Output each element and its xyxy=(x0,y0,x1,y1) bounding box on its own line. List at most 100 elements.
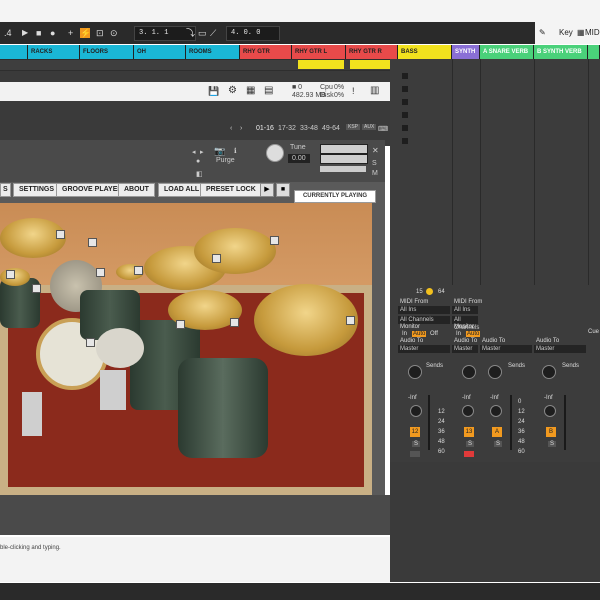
volume-readout[interactable]: -Inf xyxy=(462,395,471,401)
nav-button-truncated[interactable]: S xyxy=(0,183,11,197)
play-preview-icon[interactable]: ▶ xyxy=(260,183,274,197)
pencil-icon[interactable]: ✎ xyxy=(539,28,546,37)
drum-settings-icon[interactable] xyxy=(346,316,355,325)
play-icon[interactable]: ▶ xyxy=(22,27,28,39)
volume-readout[interactable]: -Inf xyxy=(490,395,499,401)
output-select[interactable]: Master xyxy=(480,345,532,353)
send-knob[interactable] xyxy=(462,365,476,379)
hihat-pedal[interactable] xyxy=(22,392,42,436)
track-header-b-synth-verb[interactable]: B SYNTH VERB xyxy=(534,45,588,59)
automation-arm-icon[interactable]: ⚡ xyxy=(80,28,91,38)
preset-lock-button[interactable]: PRESET LOCK xyxy=(200,183,262,197)
follow-icon[interactable]: ⤵ xyxy=(186,27,195,39)
arm-button[interactable] xyxy=(410,451,420,457)
monitor-off-button[interactable]: Off xyxy=(430,331,438,337)
stop-preview-icon[interactable]: ■ xyxy=(276,183,290,197)
record-icon[interactable]: ● xyxy=(50,27,55,39)
track-header-rhy-gtr-l[interactable]: RHY GTR L xyxy=(292,45,346,59)
output-select[interactable]: Master xyxy=(452,345,478,353)
monitor-auto-button[interactable]: Auto xyxy=(466,331,481,337)
gear-icon[interactable]: ⚙ xyxy=(228,85,237,96)
browser-icon[interactable]: ▦ xyxy=(246,85,255,96)
stop-icon[interactable]: ■ xyxy=(36,27,41,39)
clip-stop-button[interactable] xyxy=(402,125,408,131)
monitor-auto-button[interactable]: Auto xyxy=(412,331,427,337)
send-knob[interactable] xyxy=(408,365,422,379)
aux-button[interactable]: AUX xyxy=(362,124,377,130)
pan-knob[interactable] xyxy=(462,405,474,417)
pan-knob[interactable] xyxy=(544,405,556,417)
solo-button[interactable]: S xyxy=(412,441,421,447)
midi-map-button[interactable]: MIDI xyxy=(585,28,600,37)
drum-settings-icon[interactable] xyxy=(212,254,221,263)
clip-stop-button[interactable] xyxy=(402,138,408,144)
page-17-32[interactable]: 17-32 xyxy=(278,125,296,132)
clip-stop-button[interactable] xyxy=(402,86,408,92)
tune-knob[interactable] xyxy=(266,144,284,162)
drum-settings-icon[interactable] xyxy=(134,266,143,275)
drum-settings-icon[interactable] xyxy=(56,230,65,239)
page-33-48[interactable]: 33-48 xyxy=(300,125,318,132)
drum-kick[interactable] xyxy=(96,328,144,368)
solo-button[interactable]: S xyxy=(548,441,557,447)
loop-icon[interactable]: ⊡ xyxy=(96,27,104,39)
volume-readout[interactable]: -Inf xyxy=(408,395,417,401)
track-header-floors[interactable]: FLOORS xyxy=(80,45,134,59)
next-instrument-icon[interactable]: ▸ xyxy=(200,148,204,156)
track-header-a-snare-verb[interactable]: A SNARE VERB xyxy=(480,45,534,59)
drum-settings-icon[interactable] xyxy=(96,268,105,277)
drum-floor-tom[interactable] xyxy=(178,358,268,458)
solo-button[interactable]: S xyxy=(494,441,503,447)
drum-settings-icon[interactable] xyxy=(270,236,279,245)
info-icon[interactable]: ℹ xyxy=(234,147,237,155)
drum-settings-icon[interactable] xyxy=(32,284,41,293)
mute-icon[interactable]: M xyxy=(372,170,378,177)
view-icon[interactable]: ▤ xyxy=(264,85,273,96)
pan-knob[interactable] xyxy=(410,405,422,417)
midi-icon[interactable]: ● xyxy=(196,158,200,165)
save-icon[interactable]: 💾 xyxy=(208,86,219,97)
aux-icon[interactable]: ◧ xyxy=(196,170,203,178)
cymbal-large-crash[interactable] xyxy=(254,284,358,356)
page-01-16[interactable]: 01-16 xyxy=(256,125,274,132)
settings-button[interactable]: SETTINGS xyxy=(13,183,61,197)
clip-slot-filled[interactable] xyxy=(298,60,344,69)
midi-channel-select[interactable]: All Channels xyxy=(398,316,450,324)
send-knob[interactable] xyxy=(488,365,502,379)
drum-settings-icon[interactable] xyxy=(6,270,15,279)
rack-view-icon[interactable]: ▥ xyxy=(370,85,379,96)
about-button[interactable]: ABOUT xyxy=(118,183,155,197)
volume-slider[interactable] xyxy=(320,166,366,172)
kick-pedal[interactable] xyxy=(100,370,126,410)
monitor-in-button[interactable]: In xyxy=(402,331,407,337)
page-next-icon[interactable]: › xyxy=(240,125,242,132)
track-activator-button[interactable]: A xyxy=(492,427,502,437)
track-header-master[interactable] xyxy=(588,45,600,59)
track-header-synth[interactable]: SYNTH xyxy=(452,45,480,59)
loop-end-display[interactable]: 4. 0. 0 xyxy=(226,26,280,41)
page-49-64[interactable]: 49-64 xyxy=(322,125,340,132)
warning-icon[interactable]: ! xyxy=(352,86,355,96)
output-select[interactable]: Master xyxy=(398,345,450,353)
drum-settings-icon[interactable] xyxy=(176,320,185,329)
tune-value[interactable]: 0.00 xyxy=(288,154,310,163)
close-icon[interactable]: ✕ xyxy=(372,146,379,155)
output-select[interactable]: Master xyxy=(534,345,586,353)
track-header-oh[interactable]: OH xyxy=(134,45,186,59)
monitor-in-button[interactable]: In xyxy=(456,331,461,337)
cymbal-hihat[interactable] xyxy=(0,268,30,286)
track-header-rooms[interactable]: ROOMS xyxy=(186,45,240,59)
grid-icon[interactable]: ▦ xyxy=(577,28,585,37)
punch-icon[interactable]: ⊙ xyxy=(110,27,118,39)
midi-channel-select[interactable]: All Channels xyxy=(452,316,479,331)
solo-icon[interactable]: S xyxy=(372,160,377,167)
drum-settings-icon[interactable] xyxy=(88,238,97,247)
camera-icon[interactable]: 📷 xyxy=(214,146,225,157)
track-activator-button[interactable]: 13 xyxy=(464,427,474,437)
arrange-icon[interactable]: ▭ xyxy=(198,27,207,39)
ksp-button[interactable]: KSP xyxy=(346,124,361,130)
track-header-bass[interactable]: BASS xyxy=(398,45,452,59)
solo-button[interactable]: S xyxy=(466,441,475,447)
track-header[interactable] xyxy=(0,45,28,59)
track-header-racks[interactable]: RACKS xyxy=(28,45,80,59)
